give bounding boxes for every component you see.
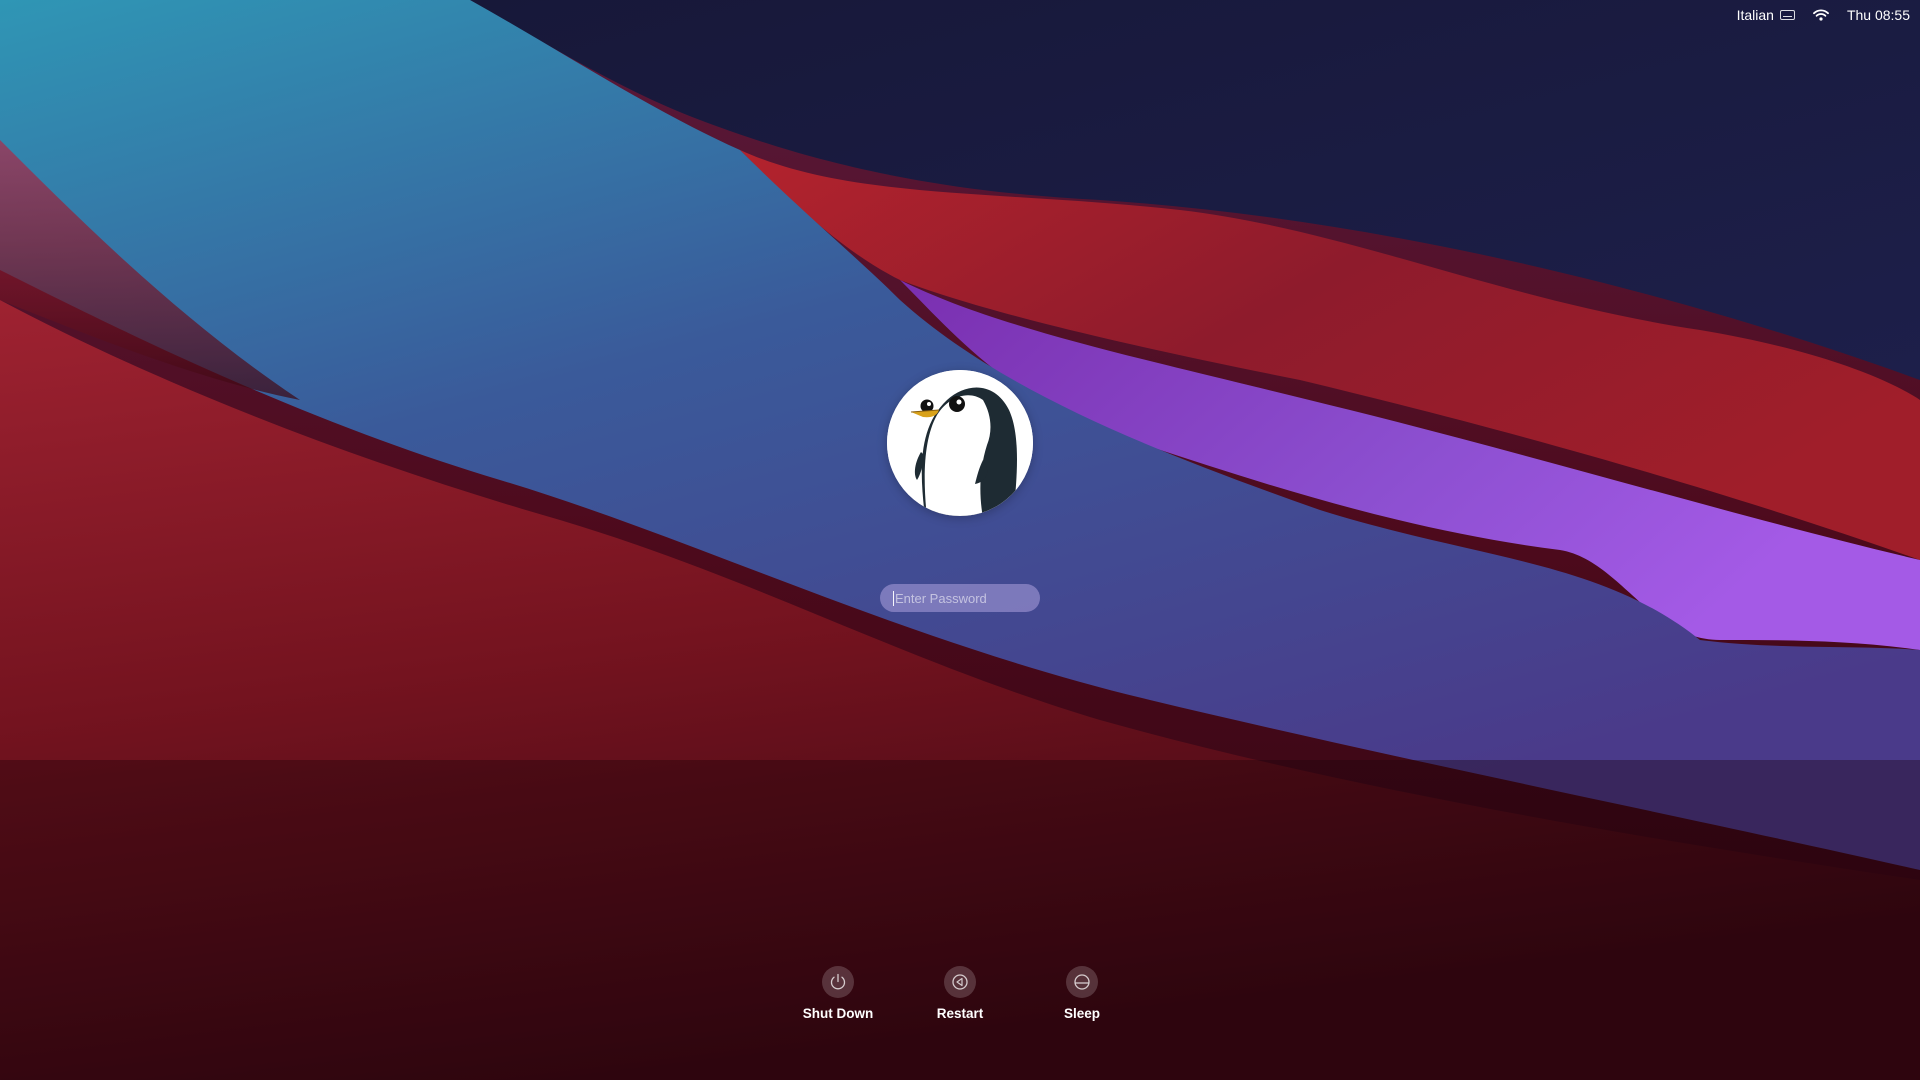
password-input[interactable] [895, 590, 1025, 606]
login-screen: Italian Thu 08:55 Shut Down Restart Slee… [0, 0, 1920, 1080]
restart-circle[interactable] [944, 966, 976, 998]
sleep-button[interactable]: Sleep [1048, 966, 1116, 1021]
shut-down-label: Shut Down [802, 1006, 874, 1021]
shut-down-button[interactable]: Shut Down [802, 966, 874, 1021]
penguin-avatar-icon [887, 370, 1033, 516]
restart-label: Restart [936, 1006, 984, 1021]
menu-bar-status: Italian Thu 08:55 [1737, 4, 1910, 26]
sleep-circle[interactable] [1066, 966, 1098, 998]
input-source-menu[interactable]: Italian [1737, 7, 1795, 23]
login-panel [0, 370, 1920, 612]
clock[interactable]: Thu 08:55 [1847, 7, 1910, 23]
wifi-menu[interactable] [1813, 9, 1829, 21]
sleep-label: Sleep [1063, 1006, 1101, 1021]
sleep-icon [1074, 974, 1090, 990]
power-actions: Shut Down Restart Sleep [0, 966, 1920, 1021]
text-caret [893, 590, 894, 606]
password-field[interactable] [880, 584, 1040, 612]
user-avatar[interactable] [887, 370, 1033, 516]
input-language-label: Italian [1736, 7, 1774, 23]
clock-label: Thu 08:55 [1846, 7, 1910, 23]
restart-button[interactable]: Restart [926, 966, 994, 1021]
shut-down-circle[interactable] [822, 966, 854, 998]
restart-icon [952, 974, 968, 990]
keyboard-icon [1779, 10, 1795, 20]
wifi-icon [1813, 9, 1829, 21]
power-icon [830, 973, 846, 990]
